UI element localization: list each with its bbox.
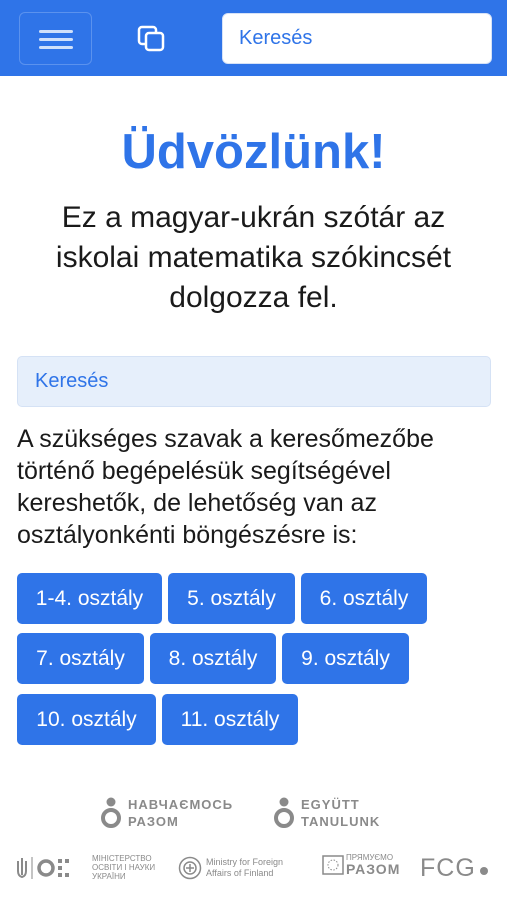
search-input[interactable] [222, 13, 492, 64]
search-section-header[interactable]: Keresés [17, 356, 491, 407]
egyutt-tanulunk-logo: EGYÜTT TANULUNK [273, 796, 380, 830]
seal-icon [178, 856, 202, 880]
ministry-fi-line1: Ministry for Foreign [206, 857, 284, 867]
fcg-text: FCG [420, 854, 476, 882]
pin-icon [274, 797, 294, 828]
fcg-dot-icon [479, 867, 488, 875]
fcg-logo: FCG [420, 854, 488, 882]
grade-button-1-4[interactable]: 1-4. osztály [17, 573, 162, 624]
ministry-finland-logo: Ministry for Foreign Affairs of Finland [178, 856, 283, 880]
grade-button-8[interactable]: 8. osztály [150, 633, 276, 684]
hamburger-icon-line [39, 46, 73, 49]
intro-text: Ez a magyar-ukrán szótár az iskolai mate… [55, 201, 452, 314]
hamburger-icon-line [39, 38, 73, 41]
ministry-ukraine-logo: МІНІСТЕРСТВО ОСВІТИ І НАУКИ УКРАЇНИ [16, 854, 155, 881]
eu-flag-icon [322, 855, 344, 875]
grade-button-10[interactable]: 10. osztály [17, 694, 156, 745]
pryamuemo-line2: РАЗОМ [346, 861, 401, 877]
menu-toggle-button[interactable] [19, 12, 92, 65]
partner-logos: НАВЧАЄМОСЬ РАЗОМ EGYÜTT TANULUNK МІНІСТЕ… [0, 790, 507, 900]
navchaemos-razom-logo: НАВЧАЄМОСЬ РАЗОМ [100, 796, 233, 830]
pin-icon [101, 797, 121, 828]
copy-icon[interactable] [136, 24, 168, 54]
grade-button-9[interactable]: 9. osztály [282, 633, 409, 684]
ministry-ua-line2: ОСВІТИ І НАУКИ [92, 863, 156, 872]
grade-button-5[interactable]: 5. osztály [168, 573, 295, 624]
navchaemos-line1: НАВЧАЄМОСЬ [128, 797, 234, 812]
grade-button-11[interactable]: 11. osztály [162, 694, 298, 745]
trident-icon [17, 856, 69, 879]
ministry-ua-line3: УКРАЇНИ [92, 872, 126, 881]
grade-button-7[interactable]: 7. osztály [17, 633, 144, 684]
ministry-fi-line2: Affairs of Finland [206, 868, 274, 878]
egyutt-line1: EGYÜTT [301, 797, 360, 812]
pryamuemo-razom-logo: ПРЯМУЄМО РАЗОМ [322, 853, 400, 877]
egyutt-line2: TANULUNK [301, 814, 381, 829]
navchaemos-line2: РАЗОМ [128, 814, 179, 829]
grade-button-6[interactable]: 6. osztály [301, 573, 427, 624]
page-title: Üdvözlünk! [121, 125, 386, 179]
hamburger-icon [39, 30, 73, 33]
top-navbar [0, 0, 507, 76]
search-description: A szükséges szavak a keresőmezőbe történ… [17, 425, 434, 549]
ministry-ua-line1: МІНІСТЕРСТВО [92, 854, 152, 863]
